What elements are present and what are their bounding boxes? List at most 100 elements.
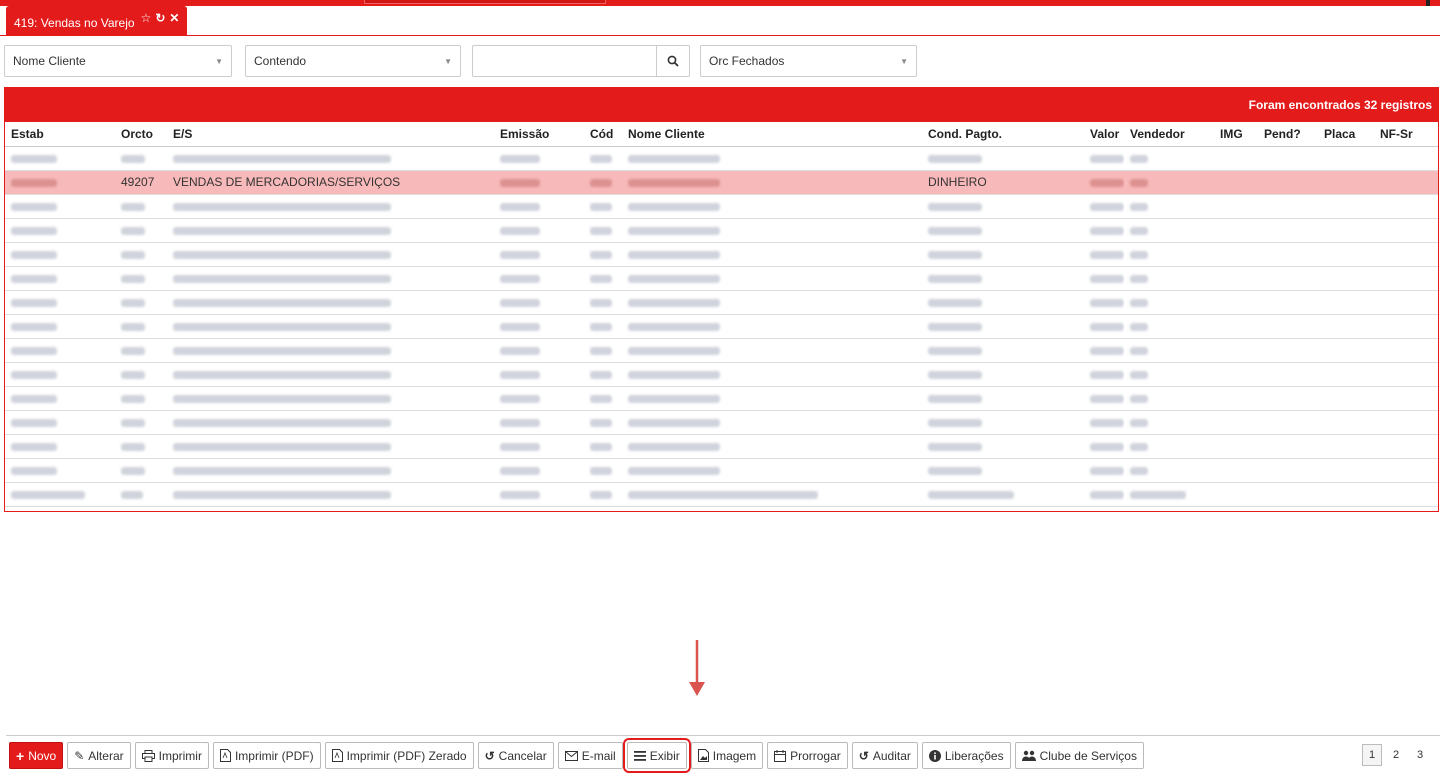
redacted-text bbox=[173, 322, 391, 331]
tab-title: 419: Vendas no Varejo bbox=[14, 16, 135, 30]
table-cell bbox=[115, 386, 167, 411]
table-cell bbox=[167, 386, 494, 411]
page-2[interactable]: 2 bbox=[1386, 744, 1406, 766]
close-icon[interactable]: ✕ bbox=[169, 12, 179, 24]
imprimir-pdf-button[interactable]: Imprimir (PDF) bbox=[212, 742, 321, 769]
table-row[interactable] bbox=[5, 314, 1438, 339]
table-cell bbox=[115, 338, 167, 363]
col-vendedor[interactable]: Vendedor bbox=[1124, 122, 1214, 147]
table-row[interactable] bbox=[5, 194, 1438, 219]
table-cell bbox=[922, 410, 1084, 435]
alterar-button[interactable]: ✎ Alterar bbox=[67, 742, 131, 769]
refresh-icon[interactable]: ↻ bbox=[155, 12, 165, 24]
table-row[interactable]: 49207 VENDAS DE MERCADORIAS/SERVIÇOS DINHE… bbox=[5, 170, 1438, 195]
col-nome-cliente[interactable]: Nome Cliente bbox=[622, 122, 922, 147]
imprimir-pdf-zerado-button[interactable]: Imprimir (PDF) Zerado bbox=[324, 742, 474, 769]
redacted-text bbox=[11, 466, 57, 475]
tab-vendas-varejo[interactable]: 419: Vendas no Varejo ☆ ↻ ✕ bbox=[6, 6, 188, 36]
table-row[interactable] bbox=[5, 410, 1438, 435]
col-estab[interactable]: Estab bbox=[5, 122, 115, 147]
novo-button[interactable]: + Novo bbox=[9, 742, 64, 769]
table-cell: DINHEIRO bbox=[922, 170, 1084, 195]
table-cell bbox=[1084, 170, 1124, 195]
page-3[interactable]: 3 bbox=[1410, 744, 1430, 766]
table-row[interactable] bbox=[5, 482, 1438, 507]
action-toolbar: + Novo ✎ Alterar Imprimir Imprimir (PDF)… bbox=[9, 738, 1144, 773]
imprimir-button[interactable]: Imprimir bbox=[134, 742, 209, 769]
table-cell bbox=[584, 146, 622, 171]
table-row[interactable] bbox=[5, 242, 1438, 267]
redacted-text bbox=[590, 298, 612, 307]
redacted-text bbox=[590, 394, 612, 403]
col-orcto[interactable]: Orcto bbox=[115, 122, 167, 147]
table-row[interactable] bbox=[5, 146, 1438, 171]
star-icon[interactable]: ☆ bbox=[141, 12, 152, 24]
table-row[interactable] bbox=[5, 338, 1438, 363]
redacted-text bbox=[1130, 202, 1148, 211]
table-cell bbox=[1258, 482, 1318, 507]
auditar-button[interactable]: ↺ Auditar bbox=[851, 742, 918, 769]
col-placa[interactable]: Placa bbox=[1318, 122, 1374, 147]
page-1[interactable]: 1 bbox=[1362, 744, 1382, 766]
search-button[interactable] bbox=[656, 45, 690, 77]
imprimir-pdf-zerado-label: Imprimir (PDF) Zerado bbox=[346, 748, 467, 763]
redacted-text bbox=[121, 370, 145, 379]
table-cell bbox=[5, 338, 115, 363]
table-cell bbox=[584, 386, 622, 411]
cancelar-button[interactable]: ↺ Cancelar bbox=[477, 742, 554, 769]
prorrogar-button[interactable]: Prorrogar bbox=[767, 742, 848, 769]
novo-label: Novo bbox=[28, 748, 57, 763]
operator-select[interactable]: Contendo ▼ bbox=[245, 45, 461, 77]
redacted-text bbox=[1130, 490, 1186, 499]
table-cell bbox=[1318, 266, 1374, 291]
table-cell bbox=[622, 194, 922, 219]
status-select[interactable]: Orc Fechados ▼ bbox=[700, 45, 917, 77]
redacted-text bbox=[173, 298, 391, 307]
exibir-button[interactable]: Exibir bbox=[622, 738, 691, 773]
col-valor[interactable]: Valor bbox=[1084, 122, 1124, 147]
table-cell bbox=[1124, 314, 1214, 339]
redacted-text bbox=[928, 274, 982, 283]
redacted-text bbox=[1090, 178, 1124, 187]
imagem-button[interactable]: Imagem bbox=[690, 742, 764, 769]
col-pend[interactable]: Pend? bbox=[1258, 122, 1318, 147]
redacted-text bbox=[1130, 322, 1148, 331]
table-cell bbox=[115, 482, 167, 507]
col-emissao[interactable]: Emissão bbox=[494, 122, 584, 147]
chevron-down-icon: ▼ bbox=[900, 56, 908, 66]
table-row[interactable] bbox=[5, 458, 1438, 483]
redacted-text bbox=[628, 418, 720, 427]
redacted-text bbox=[928, 322, 982, 331]
col-img[interactable]: IMG bbox=[1214, 122, 1258, 147]
table-cell bbox=[1084, 242, 1124, 267]
table-cell bbox=[5, 362, 115, 387]
table-row[interactable] bbox=[5, 290, 1438, 315]
liberacoes-button[interactable]: Liberações bbox=[921, 742, 1011, 769]
table-cell bbox=[1124, 194, 1214, 219]
redacted-text bbox=[173, 394, 391, 403]
top-bar-field[interactable] bbox=[364, 0, 606, 4]
field-select[interactable]: Nome Cliente ▼ bbox=[4, 45, 232, 77]
list-icon bbox=[633, 750, 646, 761]
table-cell bbox=[922, 266, 1084, 291]
table-row[interactable] bbox=[5, 434, 1438, 459]
search-input[interactable] bbox=[472, 45, 656, 77]
col-nf-sr[interactable]: NF-Sr bbox=[1374, 122, 1438, 147]
redacted-text bbox=[590, 490, 612, 499]
redacted-text bbox=[500, 202, 540, 211]
redacted-text bbox=[173, 490, 391, 499]
col-es[interactable]: E/S bbox=[167, 122, 494, 147]
col-cod[interactable]: Cód bbox=[584, 122, 622, 147]
redacted-text bbox=[1090, 394, 1124, 403]
table-row[interactable] bbox=[5, 218, 1438, 243]
table-row[interactable] bbox=[5, 386, 1438, 411]
table-row[interactable] bbox=[5, 362, 1438, 387]
table-cell bbox=[1214, 266, 1258, 291]
email-button[interactable]: E-mail bbox=[557, 742, 623, 769]
table-row[interactable] bbox=[5, 266, 1438, 291]
clube-servicos-button[interactable]: Clube de Serviços bbox=[1014, 742, 1144, 769]
col-cond-pagto[interactable]: Cond. Pagto. bbox=[922, 122, 1084, 147]
table-cell bbox=[584, 410, 622, 435]
table-cell bbox=[494, 482, 584, 507]
table-cell bbox=[1374, 242, 1438, 267]
